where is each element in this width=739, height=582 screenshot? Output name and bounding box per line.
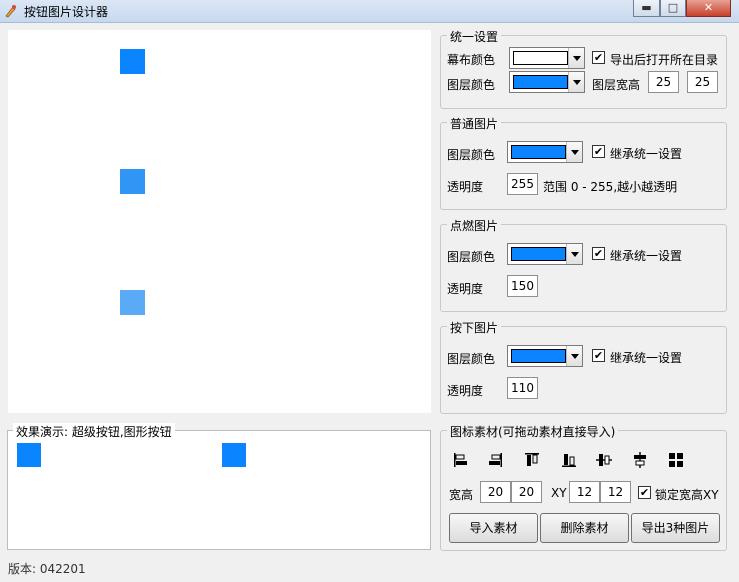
icon-material-legend: 图标素材(可拖动素材直接导入): [447, 423, 619, 440]
align-bottom-icon[interactable]: [560, 451, 578, 469]
chevron-down-icon: [568, 72, 584, 92]
icon-material-group: 图标素材(可拖动素材直接导入) 宽高 20 20 XY 12 12 ✔ 锁定宽高…: [440, 423, 727, 551]
open-dir-checkbox[interactable]: ✔: [592, 51, 605, 64]
align-left-icon[interactable]: [452, 451, 470, 469]
maximize-button[interactable]: □: [660, 0, 686, 17]
normal-image-group: 普通图片 图层颜色 ✔ 继承统一设置 透明度 255 范围 0 - 255,越小…: [440, 115, 727, 210]
title-bar: 按钮图片设计器 ▬ □ ✕: [0, 0, 739, 23]
material-xy-label: XY: [551, 486, 567, 500]
layer-height-input[interactable]: 25: [687, 71, 718, 93]
material-width-input[interactable]: 20: [480, 481, 511, 503]
pressed-opacity-label: 透明度: [447, 384, 484, 398]
normal-inherit-checkbox[interactable]: ✔: [592, 145, 605, 158]
hover-inherit-label: 继承统一设置: [610, 249, 683, 263]
hover-opacity-input[interactable]: 150: [507, 275, 538, 297]
chevron-down-icon: [568, 48, 584, 68]
material-size-label: 宽高: [449, 488, 474, 502]
pressed-image-legend: 按下图片: [447, 319, 502, 336]
normal-inherit-label: 继承统一设置: [610, 147, 683, 161]
normal-opacity-label: 透明度: [447, 180, 484, 194]
material-y-input[interactable]: 12: [600, 481, 631, 503]
canvas-color-select[interactable]: [509, 47, 585, 69]
status-bar: 版本: 042201: [0, 555, 739, 582]
hover-color-swatch: [511, 247, 566, 261]
lock-size-label: 锁定宽高XY: [655, 488, 719, 502]
grid-icon[interactable]: [667, 451, 685, 469]
preview-canvas[interactable]: [8, 30, 431, 413]
pressed-layer-color-select[interactable]: [507, 345, 583, 367]
hover-opacity-label: 透明度: [447, 282, 484, 296]
import-material-button[interactable]: 导入素材: [449, 513, 538, 543]
app-icon: [5, 5, 16, 18]
align-right-icon[interactable]: [486, 451, 504, 469]
layer-width-input[interactable]: 25: [648, 71, 679, 93]
chevron-down-icon: [566, 244, 582, 264]
normal-image-legend: 普通图片: [447, 115, 502, 132]
pressed-layer-color-label: 图层颜色: [447, 352, 496, 366]
normal-layer-color-label: 图层颜色: [447, 148, 496, 162]
normal-preview-square: [120, 49, 145, 74]
material-height-input[interactable]: 20: [511, 481, 542, 503]
hover-inherit-checkbox[interactable]: ✔: [592, 247, 605, 260]
hover-layer-color-select[interactable]: [507, 243, 583, 265]
version-text: 版本: 042201: [8, 562, 86, 576]
unified-settings-group: 统一设置 幕布颜色 ✔ 导出后打开所在目录 图层颜色 图层宽高 25 25: [440, 28, 727, 109]
hover-preview-square: [120, 169, 145, 194]
pressed-preview-square: [120, 290, 145, 315]
lock-size-checkbox[interactable]: ✔: [638, 486, 651, 499]
chevron-down-icon: [566, 142, 582, 162]
pressed-inherit-label: 继承统一设置: [610, 351, 683, 365]
hover-layer-color-label: 图层颜色: [447, 250, 496, 264]
center-horizontal-icon[interactable]: [595, 451, 613, 469]
minimize-button[interactable]: ▬: [633, 0, 660, 17]
hover-image-legend: 点燃图片: [447, 217, 502, 234]
window-title: 按钮图片设计器: [24, 5, 109, 19]
pressed-color-swatch: [511, 349, 566, 363]
align-top-icon[interactable]: [523, 451, 541, 469]
normal-layer-color-select[interactable]: [507, 141, 583, 163]
layer-color-label: 图层颜色: [447, 78, 496, 92]
demo-label: 效果演示: 超级按钮,图形按钮: [13, 423, 175, 440]
normal-color-swatch: [511, 145, 566, 159]
hover-image-group: 点燃图片 图层颜色 ✔ 继承统一设置 透明度 150: [440, 217, 727, 312]
layer-color-select[interactable]: [509, 71, 585, 93]
chevron-down-icon: [566, 346, 582, 366]
canvas-color-label: 幕布颜色: [447, 53, 496, 67]
canvas-color-swatch: [513, 51, 568, 65]
close-button[interactable]: ✕: [686, 0, 731, 17]
open-dir-label: 导出后打开所在目录: [610, 53, 719, 67]
demo-panel: 效果演示: 超级按钮,图形按钮: [7, 423, 431, 550]
demo-button-2[interactable]: [222, 443, 246, 467]
pressed-inherit-checkbox[interactable]: ✔: [592, 349, 605, 362]
demo-button-1[interactable]: [17, 443, 41, 467]
normal-opacity-input[interactable]: 255: [507, 173, 538, 195]
pressed-opacity-input[interactable]: 110: [507, 377, 538, 399]
center-vertical-icon[interactable]: [631, 451, 649, 469]
delete-material-button[interactable]: 删除素材: [540, 513, 629, 543]
layer-color-swatch: [513, 75, 568, 89]
pressed-image-group: 按下图片 图层颜色 ✔ 继承统一设置 透明度 110: [440, 319, 727, 414]
unified-settings-legend: 统一设置: [447, 28, 502, 45]
layer-size-label: 图层宽高: [592, 78, 641, 92]
opacity-range-hint: 范围 0 - 255,越小越透明: [543, 180, 678, 194]
export-images-button[interactable]: 导出3种图片: [631, 513, 720, 543]
material-x-input[interactable]: 12: [569, 481, 600, 503]
